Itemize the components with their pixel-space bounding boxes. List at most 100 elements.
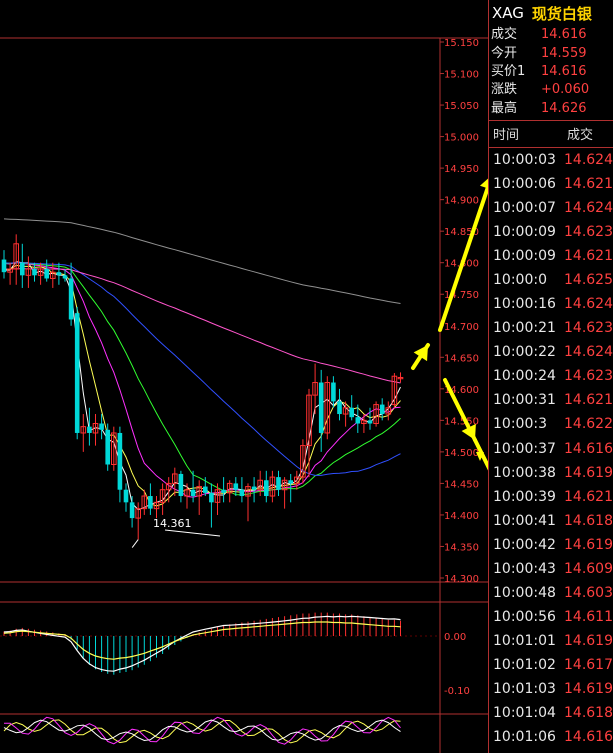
tick-time: 10:00:31 [493,392,556,409]
candle-body [367,420,373,424]
candle-body [379,404,385,415]
tick-row: 10:00:42 14.619 [489,533,613,557]
tick-time: 10:00:48 [493,584,556,601]
tick-price: 14.616 [564,440,613,457]
candle-body [209,492,214,503]
tick-price: 14.621 [564,488,613,505]
ma-line-magenta [3,261,401,498]
tick-row: 10:00:09 14.621 [489,244,613,268]
candle-body [148,496,153,509]
tick-time: 10:00:39 [493,488,556,505]
candlesticks [1,234,404,548]
field-label: 涨跌 [491,82,518,98]
macd-panel: 0.00 -0.10 [0,612,470,697]
candle-body [1,259,7,273]
tick-row: 10:00:31 14.621 [489,388,613,412]
lower-indicator-panel [3,716,401,745]
symbol-code: XAG [492,4,524,22]
candle-body [68,278,74,320]
ma-line-blue [3,262,401,476]
ticks-list[interactable]: 10:00:03 14.624 10:00:06 14.621 10:00:07 14.6… [489,148,613,749]
tick-row: 10:00:21 14.623 [489,316,613,340]
tick-price: 14.603 [564,584,613,601]
candle-body [288,480,293,484]
quote-header: XAG 现货白银 [489,0,613,26]
candle-body [190,489,196,497]
candle-body [264,480,269,497]
tick-row: 10:00:56 14.611 [489,605,613,629]
tick-price: 14.619 [564,681,613,697]
candle-body [105,429,110,465]
candle-body [318,382,324,433]
field-label: 买价1 [491,63,526,79]
candle-body [123,489,129,503]
ticks-header-time: 时间 [493,128,520,144]
tick-row: 10:00:37 14.616 [489,437,613,461]
candle-body [20,262,25,276]
tick-price: 14.622 [564,416,613,433]
candle-body [276,477,281,490]
tick-row: 10:01:06 14.616 [489,725,613,749]
tick-price: 14.624 [564,344,613,361]
low-price-label: 14.361 [153,517,192,530]
quote-field-bid: 买价1 14.616 [489,63,613,81]
candle-body [331,382,336,402]
candle-body [233,483,239,490]
ma-line-yellow [4,264,401,507]
tick-price: 14.624 [564,296,613,313]
quote-field-open: 今开 14.559 [489,44,613,62]
ticks-header: 时间 成交 [489,119,613,148]
candle-body [117,432,123,490]
tick-price: 14.616 [564,729,613,746]
tick-row: 10:01:04 14.618 [489,701,613,725]
macd-dif-line [3,615,401,672]
tick-time: 10:00:22 [493,344,556,361]
tick-time: 10:00:56 [493,608,556,625]
candle-body [239,489,245,497]
tick-time: 10:00:42 [493,536,556,553]
tick-time: 10:00:24 [493,368,556,385]
tick-price: 14.621 [564,392,613,409]
tick-price: 14.623 [564,368,613,385]
tick-price: 14.621 [564,176,613,193]
field-value: 14.616 [541,27,587,43]
tick-price: 14.621 [564,248,613,265]
field-value: 14.626 [541,100,587,116]
macd-dea-line [3,621,401,660]
tick-row: 10:01:02 14.617 [489,653,613,677]
tick-time: 10:00:37 [493,440,556,457]
price-tick-label: 14.300 [444,574,479,585]
candle-body [355,417,361,424]
tick-time: 10:01:03 [493,681,556,697]
quote-field-change: 涨跌 +0.060 [489,81,613,99]
candle-body [87,426,92,433]
tick-row: 10:00:16 14.624 [489,292,613,316]
tick-price: 14.619 [564,632,613,649]
candle-body [178,473,184,497]
price-tick-label: 14.450 [444,479,479,490]
tick-price: 14.623 [564,224,613,241]
moving-average-lines [3,218,401,511]
macd-tick-label: 0.00 [444,632,466,643]
price-tick-label: 15.100 [444,70,479,81]
tick-time: 10:01:04 [493,705,556,722]
tick-row: 10:00:39 14.621 [489,485,613,509]
quote-field-high: 最高 14.626 [489,100,613,118]
candle-body [32,269,37,276]
tick-price: 14.611 [564,608,613,625]
candle-body [56,272,62,276]
candle-body [129,502,135,519]
tick-price: 14.617 [564,656,613,673]
tick-row: 10:00:38 14.619 [489,461,613,485]
tick-row: 10:00:24 14.623 [489,364,613,388]
price-tick-label: 14.650 [444,353,479,364]
macd-tick-label: -0.10 [444,686,470,697]
tick-row: 10:01:01 14.619 [489,629,613,653]
tick-time: 10:01:06 [493,729,556,746]
tick-time: 10:00:16 [493,296,556,313]
tick-price: 14.609 [564,560,613,577]
price-tick-label: 14.400 [444,511,479,522]
tick-price: 14.619 [564,464,613,481]
kline-chart[interactable]: 15.15015.10015.05015.00014.95014.90014.8… [0,0,488,753]
price-tick-label: 14.700 [444,322,479,333]
